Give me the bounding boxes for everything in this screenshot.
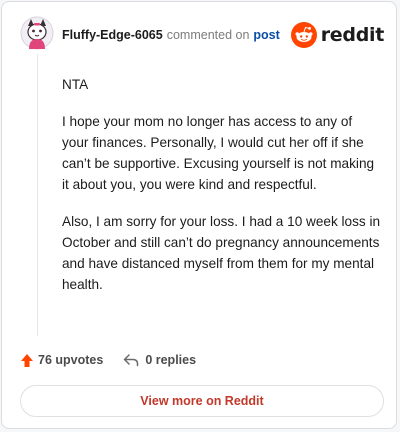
reddit-logo[interactable]: reddit [290, 22, 385, 48]
comment-paragraph: Also, I am sorry for your loss. I had a … [62, 214, 381, 292]
comment-footer: 76 upvotes 0 replies [20, 348, 196, 372]
view-more-button[interactable]: View more on Reddit [20, 385, 384, 417]
reply-arrow-icon [124, 354, 139, 367]
upvote-arrow-icon [21, 353, 33, 367]
comment-paragraph: NTA [62, 77, 89, 92]
comment-embed-card: Fluffy-Edge-6065 commented on post reddit … [1, 1, 397, 429]
upvote-count: 76 upvotes [38, 353, 104, 367]
avatar[interactable] [20, 16, 54, 50]
username[interactable]: Fluffy-Edge-6065 [62, 28, 163, 42]
thread-line [37, 54, 38, 336]
brand-wordmark: reddit [320, 24, 385, 46]
reddit-snoo-icon [290, 22, 317, 48]
comment-body: NTA I hope your mom no longer has access… [62, 74, 382, 311]
comment-header: Fluffy-Edge-6065 commented on post reddit [20, 16, 386, 56]
action-text: commented on [166, 28, 250, 42]
comment-meta: Fluffy-Edge-6065 commented on post [62, 28, 280, 42]
reply-button[interactable]: 0 replies [123, 353, 196, 367]
post-link[interactable]: post [253, 28, 279, 42]
upvote-button[interactable]: 76 upvotes [20, 353, 103, 368]
comment-paragraph: I hope your mom no longer has access to … [62, 114, 375, 192]
reply-count: 0 replies [145, 353, 197, 367]
